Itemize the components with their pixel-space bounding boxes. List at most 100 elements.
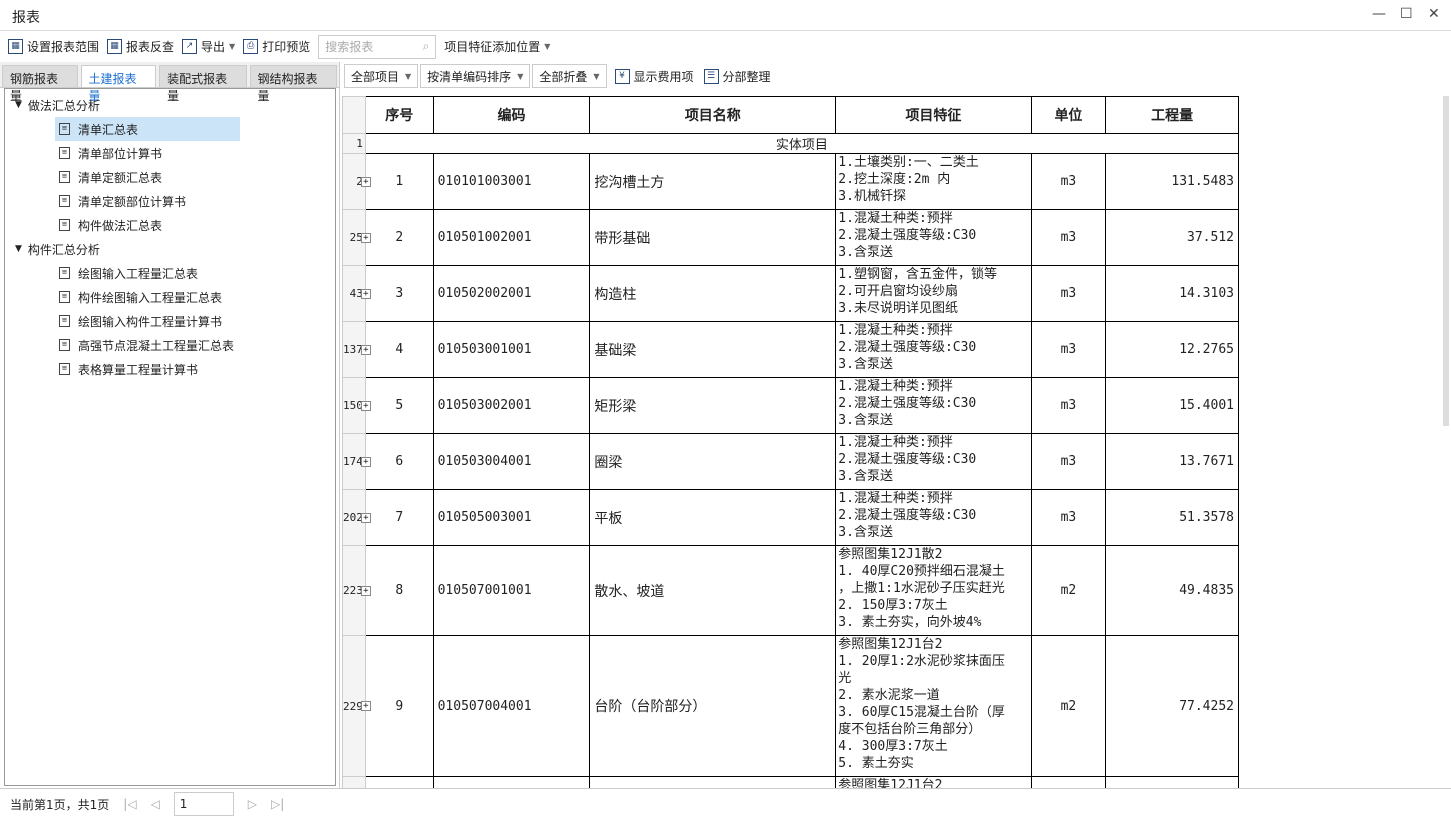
cell-name: 基础梁 <box>589 321 837 378</box>
cell-code: 010507001001 <box>432 545 591 636</box>
export-button[interactable]: ↗ 导出 ▼ <box>182 38 235 55</box>
tab-civil[interactable]: 土建报表量 <box>80 65 157 103</box>
tree-item[interactable]: ≡ 高强节点混凝土工程量汇总表 <box>55 333 240 357</box>
minimize-button[interactable]: — <box>1372 6 1386 22</box>
expand-plus-icon[interactable]: + <box>360 456 371 467</box>
feature-position-dropdown[interactable]: 项目特征添加位置 ▼ <box>444 38 550 55</box>
title-bar: 报表 — ☐ ✕ <box>0 0 1451 31</box>
table-row[interactable]: 25 + 2 010501002001 带形基础 1.混凝土种类:预拌 2.混凝土… <box>342 209 1239 266</box>
report-type-tabs: 钢筋报表量 土建报表量 装配式报表量 钢结构报表量 <box>0 62 339 103</box>
tab-prefab[interactable]: 装配式报表量 <box>159 65 247 103</box>
tree-item[interactable]: ≡ 构件做法汇总表 <box>55 213 240 237</box>
expand-plus-icon[interactable]: + <box>360 400 371 411</box>
expand-plus-icon[interactable]: + <box>360 512 371 523</box>
sort-dropdown[interactable]: 按清单编码排序 ▼ <box>420 64 531 88</box>
cell-code: 010501002001 <box>432 209 591 266</box>
table-row[interactable]: 137 + 4 010503001001 基础梁 1.混凝土种类:预拌 2.混凝土… <box>342 321 1239 378</box>
report-check-button[interactable]: ▦ 报表反查 <box>107 38 174 55</box>
report-doc-icon: ≡ <box>59 339 70 351</box>
report-tree-panel: 钢筋报表量 土建报表量 装配式报表量 钢结构报表量 ▼ 做法汇总分析 ≡ 清单汇总表 ≡… <box>0 62 340 788</box>
tree-item-label: 清单汇总表 <box>78 122 139 137</box>
report-doc-icon: ≡ <box>59 219 70 231</box>
expand-arrow-icon[interactable]: ▼ <box>15 244 22 254</box>
tree-item[interactable]: ≡ 绘图输入构件工程量计算书 <box>55 309 240 333</box>
expand-arrow-icon[interactable]: ▼ <box>15 100 22 110</box>
tab-steel[interactable]: 钢结构报表量 <box>249 65 337 103</box>
tree-item[interactable]: ≡ 清单汇总表 <box>55 117 240 141</box>
expand-plus-icon[interactable]: + <box>360 701 371 711</box>
header-feature: 项目特征 <box>835 96 1032 134</box>
cell-name: 台阶（台阶部分） <box>589 635 837 777</box>
scope-dropdown[interactable]: 全部项目 ▼ <box>344 64 419 88</box>
cell-feature: 1.塑钢窗，含五金件，锁等 2.可开启窗均设纱扇 3.未尽说明详见图纸 <box>835 265 1032 322</box>
expand-plus-icon[interactable]: + <box>360 288 371 299</box>
vertical-scrollbar[interactable] <box>1443 96 1449 426</box>
table-row[interactable]: 223 + 8 010507001001 散水、坡道 参照图集12J1散2 1. … <box>342 545 1239 636</box>
cell-name <box>589 776 837 788</box>
tree-group[interactable]: ▼ 做法汇总分析 <box>5 93 335 117</box>
cell-quantity: 77.4252 <box>1105 635 1239 777</box>
table-row[interactable]: 参照图集12J1台2 <box>342 776 1239 788</box>
set-range-button[interactable]: ▦ 设置报表范围 <box>8 38 99 55</box>
search-input[interactable]: 搜索报表 ⌕ <box>318 34 437 59</box>
show-fee-button[interactable]: ¥ 显示费用项 <box>614 68 694 85</box>
first-page-icon[interactable]: |◁ <box>123 797 136 811</box>
last-page-icon[interactable]: ▷| <box>271 797 284 811</box>
table-row[interactable]: 2 + 1 010101003001 挖沟槽土方 1.土壤类别:一、二类土 2.挖… <box>342 153 1239 210</box>
cell-quantity: 131.5483 <box>1105 153 1239 210</box>
table-row[interactable]: 202 + 7 010505003001 平板 1.混凝土种类:预拌 2.混凝土强… <box>342 489 1239 546</box>
table-row[interactable]: 150 + 5 010503002001 矩形梁 1.混凝土种类:预拌 2.混凝土… <box>342 377 1239 434</box>
row-number: 137 + <box>342 321 371 378</box>
next-page-icon[interactable]: ▷ <box>248 797 257 811</box>
tree-item-label: 清单定额部位计算书 <box>78 194 187 209</box>
table-row[interactable]: 229 + 9 010507004001 台阶（台阶部分） 参照图集12J1台2 … <box>342 635 1239 777</box>
cell-quantity <box>1105 776 1239 788</box>
tree-item[interactable]: ≡ 绘图输入工程量汇总表 <box>55 261 240 285</box>
report-check-label: 报表反查 <box>126 40 175 54</box>
cell-name: 构造柱 <box>589 265 837 322</box>
chevron-down-icon: ▼ <box>593 71 600 81</box>
tree-item[interactable]: ≡ 清单部位计算书 <box>55 141 240 165</box>
header-no: 序号 <box>364 96 434 134</box>
table-row[interactable]: 174 + 6 010503004001 圈梁 1.混凝土种类:预拌 2.混凝土强… <box>342 433 1239 490</box>
prev-page-icon[interactable]: ◁ <box>151 797 160 811</box>
expand-plus-icon[interactable]: + <box>360 176 371 187</box>
tree-item-label: 清单部位计算书 <box>78 146 163 161</box>
tree-item[interactable]: ≡ 清单定额部位计算书 <box>55 189 240 213</box>
tree-group[interactable]: ▼ 构件汇总分析 <box>5 237 335 261</box>
print-preview-button[interactable]: ⎙ 打印预览 <box>243 38 310 55</box>
list-icon: ☰ <box>703 68 719 84</box>
cell-unit: m2 <box>1030 635 1107 777</box>
row-number: 150 + <box>342 377 371 434</box>
tree-item-label: 构件做法汇总表 <box>78 218 163 233</box>
set-range-label: 设置报表范围 <box>27 40 100 54</box>
page-input[interactable]: 1 <box>173 792 234 816</box>
organize-button[interactable]: ☰ 分部整理 <box>703 68 771 85</box>
row-number: 202 + <box>342 489 371 546</box>
row-number: 229 + <box>342 635 371 777</box>
tree-item[interactable]: ≡ 表格算量工程量计算书 <box>55 357 240 381</box>
cell-no: 4 <box>364 321 434 378</box>
cell-code: 010507004001 <box>432 635 591 777</box>
expand-plus-icon[interactable]: + <box>360 232 371 243</box>
expand-plus-icon[interactable]: + <box>360 585 371 596</box>
expand-plus-icon[interactable]: + <box>360 344 371 355</box>
cell-feature: 1.混凝土种类:预拌 2.混凝土强度等级:C30 3.含泵送 <box>835 433 1032 490</box>
maximize-button[interactable]: ☐ <box>1400 6 1413 22</box>
table-row[interactable]: 43 + 3 010502002001 构造柱 1.塑钢窗，含五金件，锁等 2.可… <box>342 265 1239 322</box>
header-unit: 单位 <box>1030 96 1107 134</box>
cell-name: 带形基础 <box>589 209 837 266</box>
cell-quantity: 12.2765 <box>1105 321 1239 378</box>
cell-code: 010101003001 <box>432 153 591 210</box>
cell-feature: 1.混凝土种类:预拌 2.混凝土强度等级:C30 3.含泵送 <box>835 377 1032 434</box>
cell-quantity: 14.3103 <box>1105 265 1239 322</box>
tree-item[interactable]: ≡ 清单定额汇总表 <box>55 165 240 189</box>
tab-rebar[interactable]: 钢筋报表量 <box>2 65 78 103</box>
cell-name: 矩形梁 <box>589 377 837 434</box>
cell-quantity: 13.7671 <box>1105 433 1239 490</box>
close-button[interactable]: ✕ <box>1428 6 1440 22</box>
fold-dropdown[interactable]: 全部折叠 ▼ <box>532 64 607 88</box>
cell-quantity: 49.4835 <box>1105 545 1239 636</box>
tree-item[interactable]: ≡ 构件绘图输入工程量汇总表 <box>55 285 240 309</box>
cell-feature: 参照图集12J1台2 <box>835 776 1032 788</box>
